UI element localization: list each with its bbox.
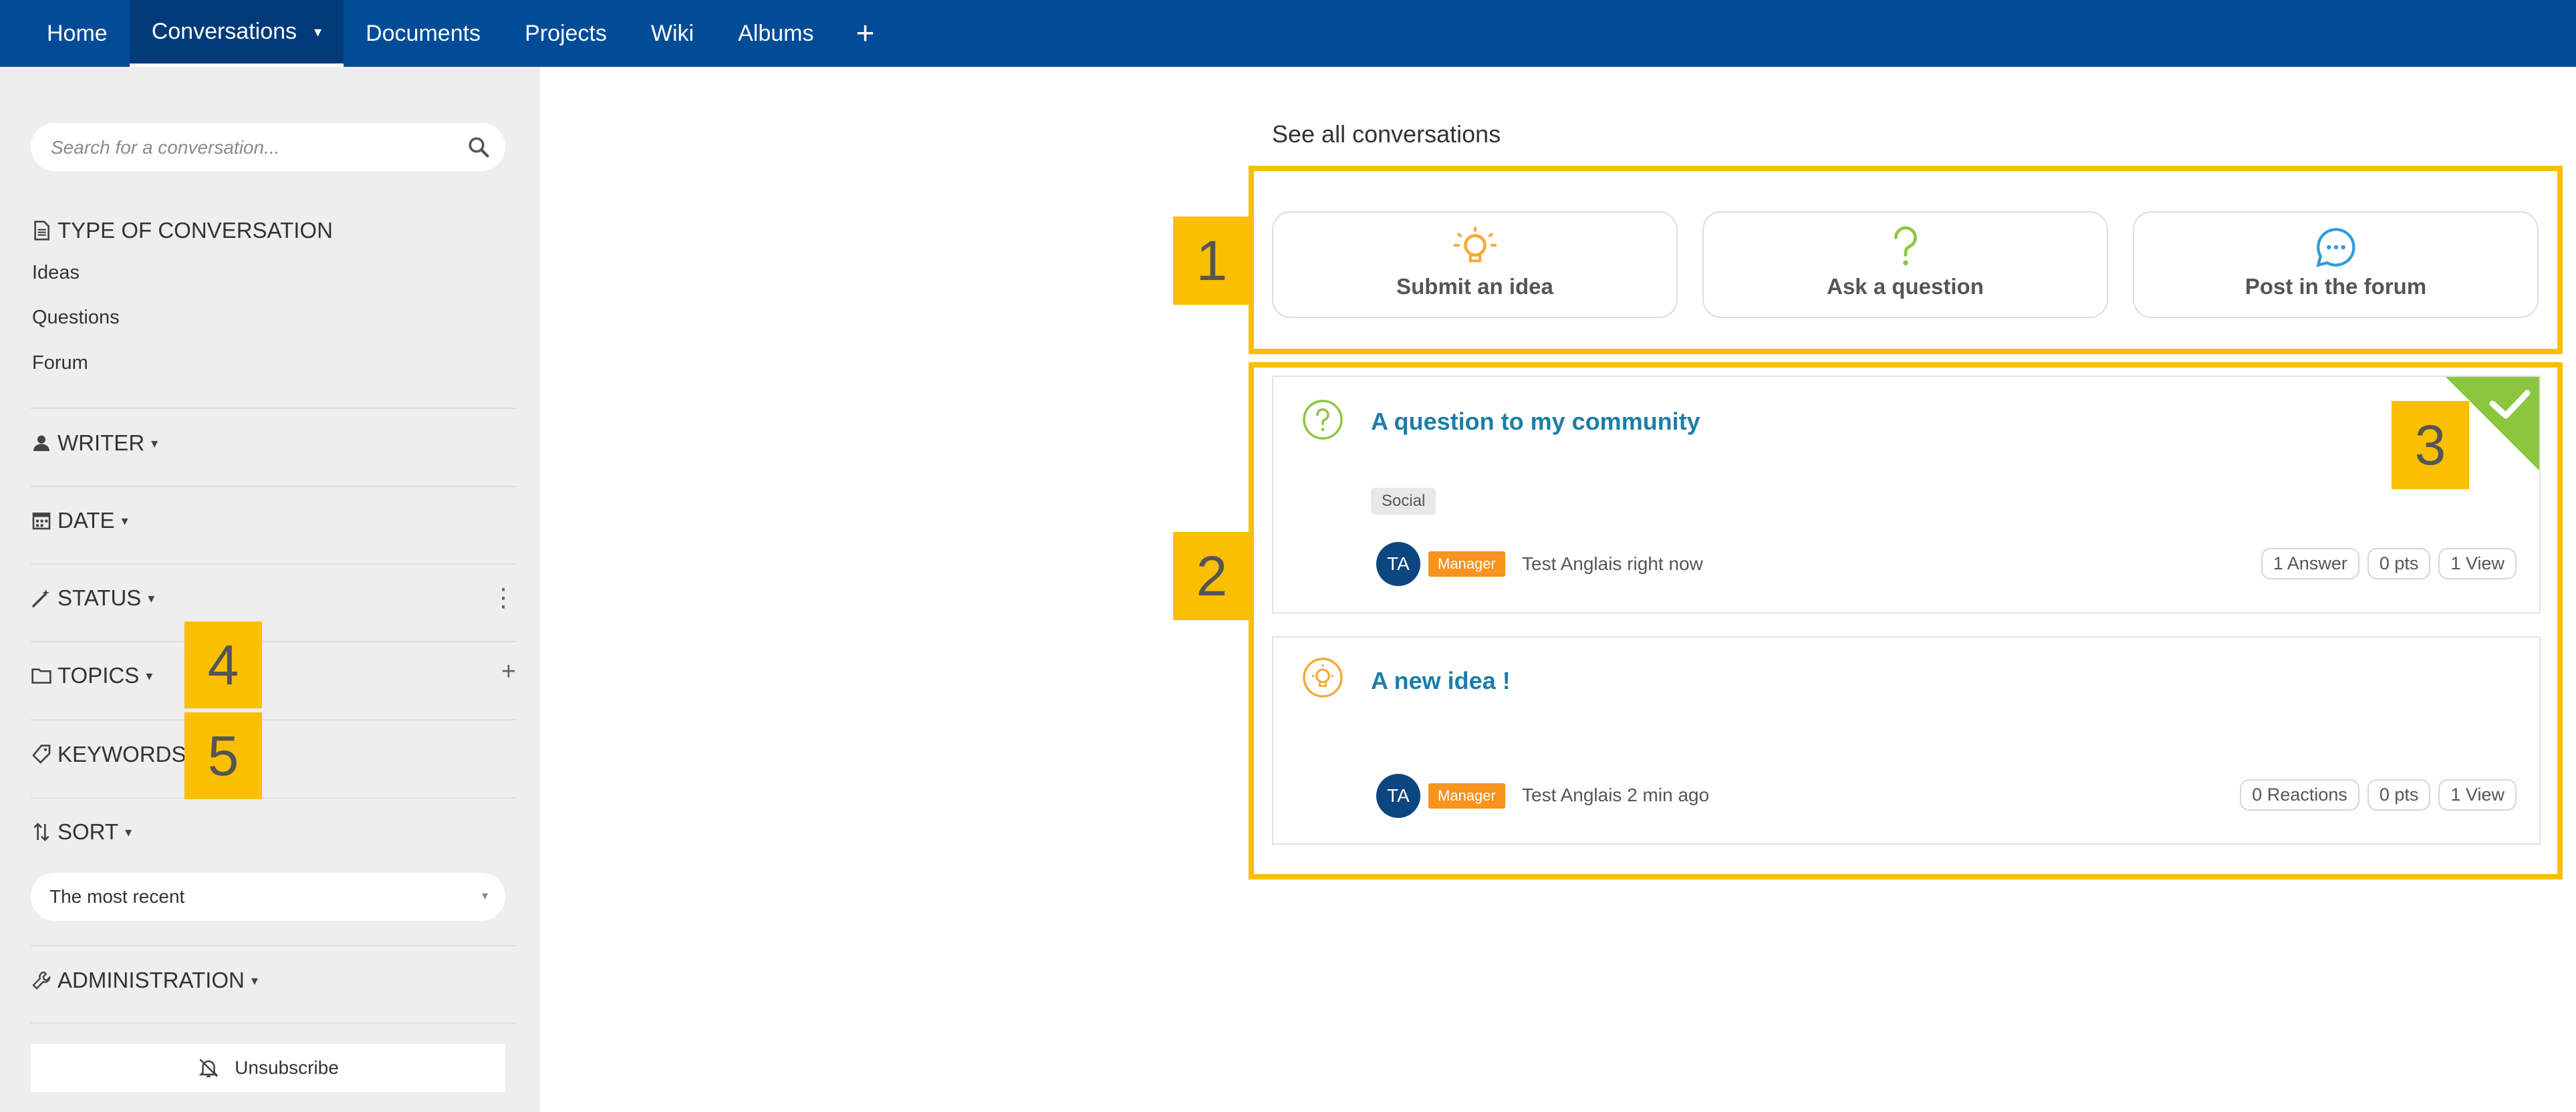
nav-projects[interactable]: Projects <box>503 0 629 67</box>
keywords-label: KEYWORDS <box>57 742 186 767</box>
status-filter[interactable]: STATUS ▾ <box>31 585 154 611</box>
annotation-marker-3: 3 <box>2392 401 2469 489</box>
type-heading-label: TYPE OF CONVERSATION <box>57 218 333 243</box>
writer-label: WRITER <box>57 430 145 455</box>
topics-filter[interactable]: TOPICS ▾ <box>31 663 152 688</box>
nav-wiki[interactable]: Wiki <box>629 0 716 67</box>
folder-icon <box>31 668 51 684</box>
divider <box>31 563 516 565</box>
see-all-conversations-link[interactable]: See all conversations <box>1272 120 1501 148</box>
topics-label: TOPICS <box>57 663 140 688</box>
annotation-marker-2: 2 <box>1173 532 1251 620</box>
administration-label: ADMINISTRATION <box>57 968 245 992</box>
divider <box>31 408 516 409</box>
search-icon[interactable] <box>467 135 491 159</box>
bell-off-icon <box>199 1059 219 1078</box>
chevron-down-icon: ▾ <box>151 436 158 451</box>
chevron-down-icon: ▾ <box>146 668 153 684</box>
sort-select-value: The most recent <box>49 886 185 907</box>
status-label: STATUS <box>57 585 142 610</box>
document-icon <box>34 221 49 241</box>
search-box <box>31 123 505 172</box>
divider <box>31 1022 516 1024</box>
nav-conversations-label: Conversations <box>151 19 297 44</box>
nav-documents[interactable]: Documents <box>344 0 503 67</box>
wrench-icon <box>32 971 51 990</box>
annotation-frame-1 <box>1249 166 2563 354</box>
dropdown-arrow-icon: ▾ <box>481 889 488 902</box>
divider <box>31 797 516 799</box>
divider <box>31 945 516 946</box>
top-navigation: Home Conversations ▾ Documents Projects … <box>0 0 2576 67</box>
more-options-icon[interactable]: ⋮ <box>491 583 516 613</box>
nav-home[interactable]: Home <box>0 0 130 67</box>
divider <box>31 719 516 720</box>
wand-icon <box>32 589 49 607</box>
filter-ideas[interactable]: Ideas <box>32 262 80 284</box>
type-of-conversation-heading: TYPE OF CONVERSATION <box>31 218 333 243</box>
filter-forum[interactable]: Forum <box>32 352 88 374</box>
administration-menu[interactable]: ADMINISTRATION ▾ <box>31 968 258 993</box>
writer-filter[interactable]: WRITER ▾ <box>31 430 158 456</box>
calendar-icon <box>32 513 51 530</box>
chevron-down-icon[interactable]: ▾ <box>314 23 321 41</box>
chevron-down-icon: ▾ <box>251 973 258 988</box>
annotation-marker-1: 1 <box>1173 217 1251 305</box>
keywords-filter[interactable]: KEYWORDS <box>31 742 186 767</box>
add-tab-icon[interactable]: + <box>835 0 894 67</box>
nav-albums[interactable]: Albums <box>716 0 835 67</box>
sort-heading[interactable]: SORT ▾ <box>31 819 132 845</box>
annotation-frame-2 <box>1249 362 2563 879</box>
sort-label: SORT <box>57 819 119 844</box>
unsubscribe-button[interactable]: Unsubscribe <box>31 1044 505 1092</box>
add-topic-icon[interactable]: + <box>501 658 516 686</box>
date-label: DATE <box>57 508 115 533</box>
chevron-down-icon: ▾ <box>125 825 132 840</box>
sort-icon <box>33 823 49 841</box>
person-icon <box>33 435 49 451</box>
divider <box>31 486 516 487</box>
search-input[interactable] <box>49 123 453 172</box>
sidebar: TYPE OF CONVERSATION Ideas Questions For… <box>0 67 540 1112</box>
annotation-marker-4: 4 <box>184 621 262 708</box>
unsubscribe-label: Unsubscribe <box>235 1057 339 1078</box>
annotation-marker-5: 5 <box>184 712 262 799</box>
chevron-down-icon: ▾ <box>121 513 128 529</box>
filter-questions[interactable]: Questions <box>32 307 120 329</box>
divider <box>31 641 516 642</box>
tag-icon <box>32 744 51 764</box>
date-filter[interactable]: DATE ▾ <box>31 508 128 533</box>
chevron-down-icon: ▾ <box>148 591 155 606</box>
sort-select[interactable]: The most recent ▾ <box>31 873 505 921</box>
nav-conversations[interactable]: Conversations ▾ <box>129 0 344 67</box>
